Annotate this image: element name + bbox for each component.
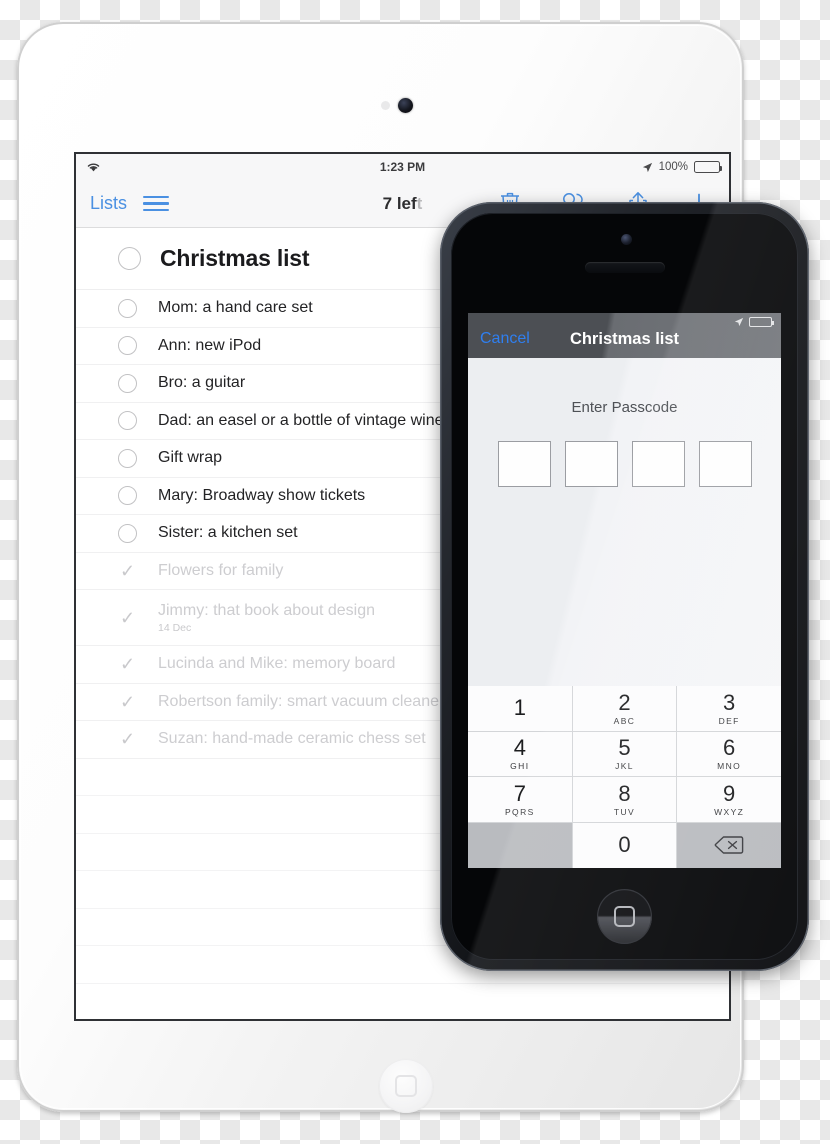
task-checkbox[interactable] <box>118 336 137 356</box>
checkmark-icon[interactable]: ✓ <box>118 730 137 748</box>
task-label: Dad: an easel or a bottle of vintage win… <box>158 411 444 429</box>
home-button-glyph-icon <box>614 906 635 927</box>
task-text-group: Jimmy: that book about design 14 Dec <box>158 602 375 634</box>
front-camera-icon <box>398 98 413 113</box>
keypad-key-0[interactable]: 0 <box>571 822 678 868</box>
checkmark-icon[interactable]: ✓ <box>118 655 137 673</box>
keypad-key-1[interactable]: 1 <box>468 686 573 732</box>
keypad-key-3[interactable]: 3 DEF <box>677 686 781 732</box>
passcode-digit-box[interactable] <box>564 441 618 487</box>
task-checkbox[interactable] <box>118 373 137 393</box>
battery-percent-label: 100% <box>658 161 688 173</box>
passcode-digit-box[interactable] <box>698 441 752 487</box>
keypad-key-letters: GHI <box>510 761 530 771</box>
keypad-key-6[interactable]: 6 MNO <box>677 731 781 777</box>
ipad-status-bar: 1:23 PM 100% <box>76 154 729 180</box>
task-label: Flowers for family <box>158 561 284 579</box>
keypad-row: 0 <box>468 822 781 868</box>
iphone-home-button[interactable] <box>597 889 652 944</box>
keypad-key-number: 5 <box>618 735 631 760</box>
earpiece-speaker-icon <box>585 262 665 273</box>
keypad-blank-key <box>468 822 572 868</box>
passcode-input-group[interactable] <box>468 441 781 487</box>
keypad-key-5[interactable]: 5 JKL <box>572 731 678 777</box>
keypad-key-8[interactable]: 8 TUV <box>572 777 678 823</box>
checkmark-icon[interactable]: ✓ <box>118 562 137 580</box>
keypad-key-letters: ABC <box>613 715 636 726</box>
passcode-digit-box[interactable] <box>497 441 551 487</box>
passcode-digit-box[interactable] <box>631 441 685 487</box>
task-label: Suzan: hand-made ceramic chess set <box>158 730 426 748</box>
keypad-key-number: 2 <box>618 689 631 715</box>
backspace-delete-icon <box>714 836 744 854</box>
numeric-keypad: 1 2 ABC 3 DEF 4 GHI 5 JKL 6 MNO 7 PQRS 8 TUV 9 WXYZ 0 <box>468 686 781 868</box>
location-arrow-icon <box>642 162 652 172</box>
keypad-key-number: 9 <box>723 780 736 806</box>
iphone-page-title: Christmas list <box>569 330 680 348</box>
keypad-row: 7 PQRS 8 TUV 9 WXYZ <box>468 777 781 823</box>
checkmark-icon[interactable]: ✓ <box>118 693 137 711</box>
hamburger-menu-icon[interactable] <box>143 195 170 212</box>
keypad-key-number: 8 <box>618 780 631 806</box>
passcode-prompt: Enter Passcode <box>571 399 678 416</box>
keypad-key-letters: MNO <box>717 761 742 771</box>
keypad-key-letters: JKL <box>615 761 634 771</box>
keypad-key-number: 0 <box>618 832 631 858</box>
keypad-key-letters: PQRS <box>504 806 535 817</box>
lists-back-button[interactable]: Lists <box>90 193 127 214</box>
keypad-key-letters: DEF <box>718 715 740 726</box>
iphone-device: Cancel Christmas list Enter Passcode 1 2A… <box>440 202 809 971</box>
keypad-delete-key[interactable] <box>677 822 781 868</box>
keypad-key-letters: WXYZ <box>714 806 745 817</box>
keypad-key-number: 7 <box>513 780 526 806</box>
task-label: Sister: a kitchen set <box>158 524 298 542</box>
task-checkbox[interactable] <box>118 486 137 506</box>
keypad-key-number: 1 <box>513 695 526 721</box>
task-label: Mom: a hand care set <box>158 299 313 317</box>
task-label: Lucinda and Mike: memory board <box>158 655 396 673</box>
battery-full-icon <box>694 161 722 173</box>
task-checkbox[interactable] <box>118 523 137 543</box>
keypad-key-number: 3 <box>723 689 736 715</box>
checkmark-icon[interactable]: ✓ <box>118 609 137 627</box>
keypad-key-number: 4 <box>513 735 526 760</box>
status-clock: 1:23 PM <box>379 160 426 174</box>
ambient-light-sensor-icon <box>381 101 390 110</box>
task-checkbox[interactable] <box>118 298 137 318</box>
task-label: Gift wrap <box>158 449 223 467</box>
iphone-nav-bar: Cancel Christmas list <box>468 313 781 358</box>
task-label: Robertson family: smart vacuum cleaner <box>158 692 445 710</box>
iphone-status-icons <box>734 317 774 327</box>
list-title: Christmas list <box>160 245 310 271</box>
task-label: Mary: Broadway show tickets <box>158 486 366 504</box>
task-label: Bro: a guitar <box>158 374 246 392</box>
battery-full-icon <box>749 317 774 327</box>
keypad-key-7[interactable]: 7 PQRS <box>468 777 573 823</box>
task-due-date: 14 Dec <box>158 621 192 634</box>
keypad-key-letters: TUV <box>613 806 636 817</box>
screenshot-stage: 1:23 PM 100% Lists 7 left Christmas list… <box>0 0 830 1144</box>
status-right-group: 100% <box>642 154 722 180</box>
list-checkbox[interactable] <box>118 247 141 270</box>
task-label: Jimmy: that book about design <box>158 601 376 619</box>
front-camera-icon <box>621 234 632 245</box>
ipad-home-button[interactable] <box>379 1059 433 1113</box>
location-arrow-icon <box>734 317 744 327</box>
keypad-key-2[interactable]: 2 ABC <box>572 686 678 732</box>
task-checkbox[interactable] <box>118 448 137 468</box>
keypad-row: 4 GHI 5 JKL 6 MNO <box>468 731 781 777</box>
keypad-key-4[interactable]: 4 GHI <box>468 731 573 777</box>
passcode-panel: Enter Passcode <box>468 358 781 686</box>
keypad-key-number: 6 <box>723 735 736 760</box>
iphone-screen: Cancel Christmas list Enter Passcode 1 2A… <box>468 313 781 868</box>
home-button-glyph-icon <box>395 1075 417 1097</box>
task-checkbox[interactable] <box>118 411 137 431</box>
keypad-key-9[interactable]: 9 WXYZ <box>677 777 781 823</box>
empty-task-row[interactable] <box>76 984 729 1020</box>
task-label: Ann: new iPod <box>158 336 262 354</box>
keypad-row: 1 2 ABC 3 DEF <box>468 686 781 732</box>
